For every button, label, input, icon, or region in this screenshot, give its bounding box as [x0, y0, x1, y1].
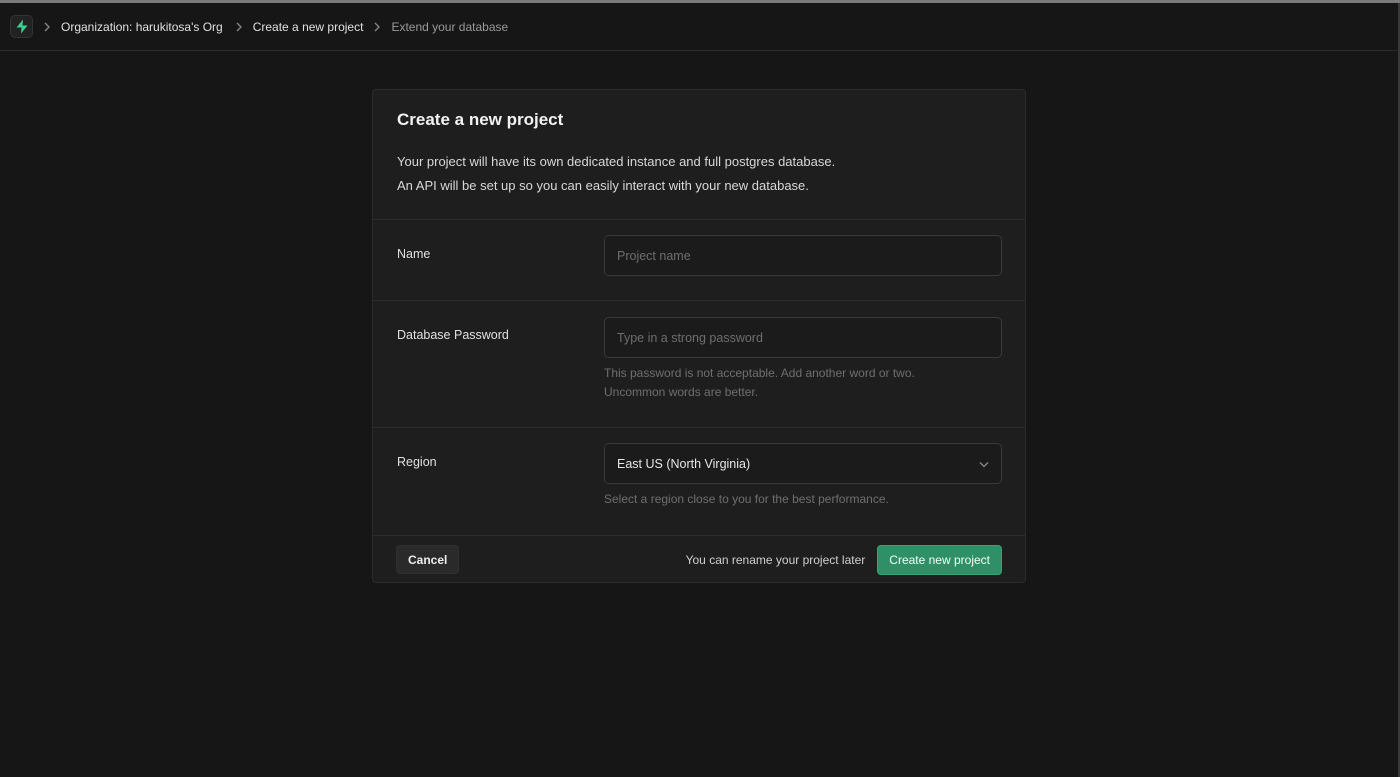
create-project-button[interactable]: Create new project: [877, 544, 1002, 575]
region-label: Region: [397, 455, 437, 469]
chevron-down-icon: [979, 455, 989, 473]
card-description-line-2: An API will be set up so you can easily …: [397, 178, 809, 193]
breadcrumb-organization[interactable]: Organization: harukitosa's Org: [61, 20, 223, 34]
password-label: Database Password: [397, 328, 509, 342]
region-row: Region East US (North Virginia) Select a…: [373, 428, 1025, 536]
create-project-card: Create a new project Your project will h…: [372, 89, 1026, 583]
rename-note: You can rename your project later: [685, 552, 866, 567]
name-label: Name: [397, 247, 431, 261]
database-password-input[interactable]: [604, 317, 1002, 358]
supabase-logo-icon[interactable]: [10, 15, 33, 38]
region-select[interactable]: East US (North Virginia): [604, 443, 1002, 484]
password-help-text: This password is not acceptable. Add ano…: [604, 364, 1002, 402]
chevron-right-icon: [33, 22, 61, 32]
card-header: Create a new project Your project will h…: [373, 90, 1025, 220]
password-help-line-2: Uncommon words are better.: [604, 385, 759, 399]
chevron-right-icon: [225, 22, 253, 32]
password-help-line-1: This password is not acceptable. Add ano…: [604, 366, 915, 380]
project-name-input[interactable]: [604, 235, 1002, 276]
breadcrumb-extend-database: Extend your database: [391, 19, 509, 34]
name-row: Name: [373, 220, 1025, 301]
region-selected-value: East US (North Virginia): [617, 456, 751, 471]
top-navigation-bar: Organization: harukitosa's Org Create a …: [0, 3, 1400, 51]
region-help-text: Select a region close to you for the bes…: [604, 492, 889, 506]
card-description-line-1: Your project will have its own dedicated…: [397, 154, 836, 169]
chevron-right-icon: [363, 22, 391, 32]
password-row: Database Password This password is not a…: [373, 301, 1025, 428]
breadcrumb-create-project[interactable]: Create a new project: [253, 20, 364, 34]
card-title: Create a new project: [397, 110, 564, 129]
cancel-button[interactable]: Cancel: [396, 545, 460, 574]
card-footer: Cancel You can rename your project later…: [373, 536, 1025, 583]
